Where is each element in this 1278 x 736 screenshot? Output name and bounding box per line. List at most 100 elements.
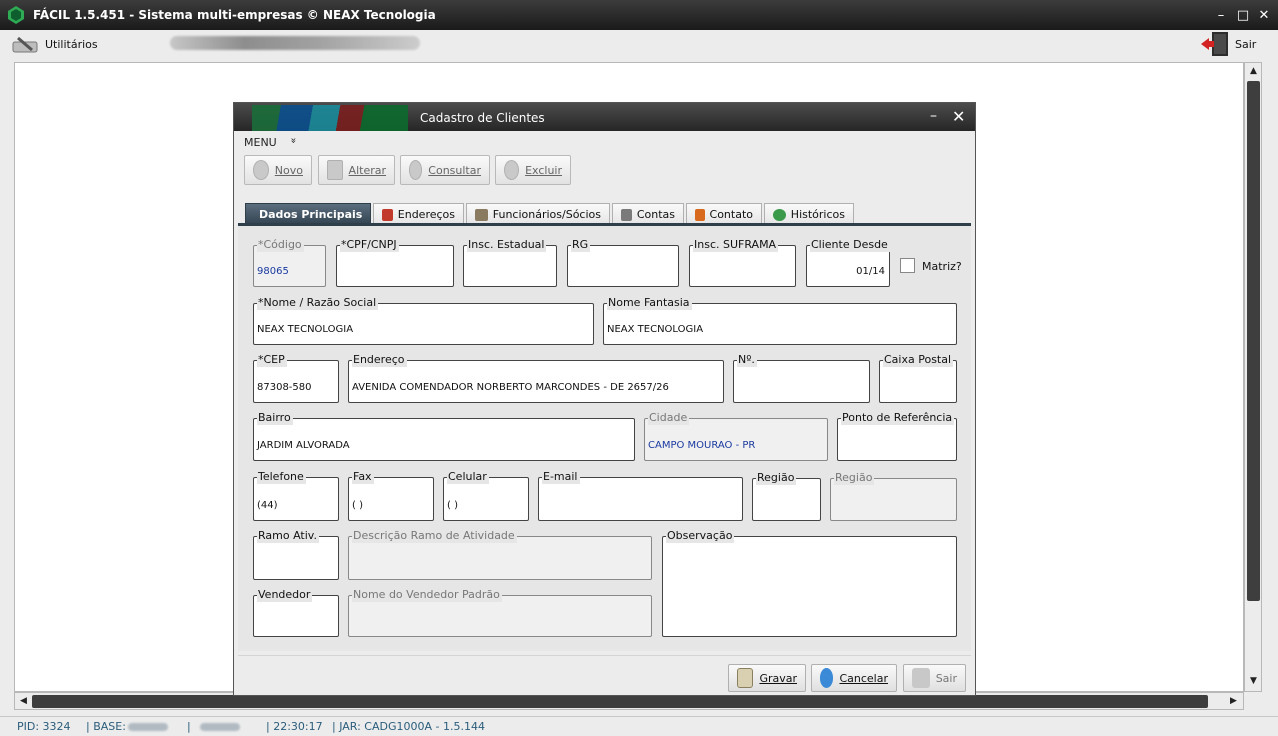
codigo-field[interactable]: *Código 98065 xyxy=(253,238,326,287)
vertical-scroll-thumb[interactable] xyxy=(1247,81,1260,601)
observacao-field[interactable]: Observação xyxy=(662,529,957,637)
scroll-up-icon[interactable]: ▲ xyxy=(1246,64,1261,79)
dialog-close-icon[interactable]: ✕ xyxy=(952,107,965,126)
field-label: *Código xyxy=(257,238,304,252)
status-separator: | xyxy=(187,720,191,733)
app-title-bar: FÁCIL 1.5.451 - Sistema multi-empresas ©… xyxy=(0,0,1278,30)
endereco-field[interactable]: Endereço AVENIDA COMENDADOR NORBERTO MARC… xyxy=(348,353,724,403)
minimize-icon[interactable]: – xyxy=(1212,7,1230,25)
field-label: Região xyxy=(756,471,797,485)
field-label: Caixa Postal xyxy=(883,353,954,367)
tab-funcionarios[interactable]: Funcionários/Sócios xyxy=(466,203,610,225)
dialog-banner-image xyxy=(252,105,408,131)
horizontal-scroll-thumb[interactable] xyxy=(32,695,1208,708)
cidade-field[interactable]: Cidade CAMPO MOURAO - PR xyxy=(644,411,828,461)
celular-field[interactable]: Celular ( ) xyxy=(443,470,529,521)
email-field[interactable]: E-mail xyxy=(538,470,743,521)
field-label: Ponto de Referência xyxy=(841,411,955,425)
tab-historicos[interactable]: Históricos xyxy=(764,203,854,225)
dialog-minimize-icon[interactable]: – xyxy=(930,108,937,124)
search-button[interactable]: Consultar xyxy=(400,155,490,185)
house-icon xyxy=(382,208,393,221)
scroll-right-icon[interactable]: ▶ xyxy=(1226,694,1241,709)
status-time: | 22:30:17 xyxy=(266,720,323,733)
vendedor-nome-field[interactable]: Nome do Vendedor Padrão xyxy=(348,588,652,637)
close-icon[interactable]: ✕ xyxy=(1255,7,1273,25)
cep-field[interactable]: *CEP 87308-580 xyxy=(253,353,339,403)
field-label: Observação xyxy=(666,529,735,543)
status-jar: | JAR: CADG1000A - 1.5.144 xyxy=(332,720,485,733)
dialog-menu[interactable]: MENU » xyxy=(242,133,972,151)
field-label: *Nome / Razão Social xyxy=(257,296,379,310)
field-label: RG xyxy=(571,238,591,252)
cancel-icon xyxy=(820,668,834,688)
ponto-referencia-field[interactable]: Ponto de Referência xyxy=(837,411,957,461)
telefone-field[interactable]: Telefone (44) xyxy=(253,470,339,521)
tab-enderecos[interactable]: Endereços xyxy=(373,203,464,225)
menu-chevron-icon[interactable]: » xyxy=(288,137,299,143)
maximize-icon[interactable]: □ xyxy=(1234,7,1252,25)
field-label: Vendedor xyxy=(257,588,313,602)
dialog-title: Cadastro de Clientes xyxy=(420,111,545,125)
field-value: CAMPO MOURAO - PR xyxy=(648,440,756,451)
delete-button[interactable]: Excluir xyxy=(495,155,571,185)
vendedor-field[interactable]: Vendedor xyxy=(253,588,339,637)
nome-fantasia-field[interactable]: Nome Fantasia NEAX TECNOLOGIA xyxy=(603,296,957,345)
edit-button[interactable]: Alterar xyxy=(318,155,395,185)
tab-contato[interactable]: Contato xyxy=(686,203,762,225)
exit-dialog-button[interactable]: Sair xyxy=(903,664,966,692)
cpf-cnpj-field[interactable]: *CPF/CNPJ xyxy=(336,238,454,287)
field-label: Nº. xyxy=(737,353,757,367)
field-value: ( ) xyxy=(352,500,363,511)
regiao-field[interactable]: Região xyxy=(752,471,821,521)
field-label: Nome do Vendedor Padrão xyxy=(352,588,502,602)
field-label: Insc. Estadual xyxy=(467,238,547,252)
matriz-checkbox[interactable] xyxy=(900,258,915,273)
regiao-descricao-field[interactable]: Região xyxy=(830,471,957,521)
search-icon xyxy=(409,160,423,180)
tab-contas[interactable]: Contas xyxy=(612,203,684,225)
redacted-company xyxy=(170,36,420,50)
field-value: NEAX TECNOLOGIA xyxy=(607,324,704,335)
new-button[interactable]: Novo xyxy=(244,155,312,185)
scroll-left-icon[interactable]: ◀ xyxy=(16,694,31,709)
rg-field[interactable]: RG xyxy=(567,238,679,287)
field-label: Nome Fantasia xyxy=(607,296,692,310)
field-label: Fax xyxy=(352,470,374,484)
caixa-postal-field[interactable]: Caixa Postal xyxy=(879,353,957,403)
nome-razao-field[interactable]: *Nome / Razão Social NEAX TECNOLOGIA xyxy=(253,296,594,345)
scroll-down-icon[interactable]: ▼ xyxy=(1246,674,1261,689)
field-label: E-mail xyxy=(542,470,580,484)
status-base: | BASE: xyxy=(86,720,126,733)
field-label: Insc. SUFRAMA xyxy=(693,238,779,252)
menu-label[interactable]: MENU xyxy=(244,136,277,149)
dialog-footer: Gravar Cancelar Sair xyxy=(238,655,971,693)
insc-suframa-field[interactable]: Insc. SUFRAMA xyxy=(689,238,796,287)
utilities-icon xyxy=(12,36,38,53)
save-button[interactable]: Gravar xyxy=(728,664,806,692)
tab-dados-principais[interactable]: Dados Principais xyxy=(245,203,371,225)
field-value: 98065 xyxy=(257,266,289,277)
vertical-scrollbar[interactable]: ▲ ▼ xyxy=(1244,62,1262,692)
bairro-field[interactable]: Bairro JARDIM ALVORADA xyxy=(253,411,635,461)
field-value: 01/14 xyxy=(856,266,885,277)
insc-estadual-field[interactable]: Insc. Estadual xyxy=(463,238,557,287)
ramo-atividade-field[interactable]: Ramo Ativ. xyxy=(253,529,339,580)
dialog-title-bar: Cadastro de Clientes – ✕ xyxy=(234,103,975,131)
dialog-action-bar: Novo Alterar Consultar Excluir xyxy=(242,153,972,195)
field-label: Telefone xyxy=(257,470,306,484)
client-dialog: Cadastro de Clientes – ✕ MENU » Novo Alt… xyxy=(233,102,976,696)
save-icon xyxy=(737,668,754,688)
field-label: *CEP xyxy=(257,353,287,367)
cancel-button[interactable]: Cancelar xyxy=(811,664,897,692)
exit-app-label: Sair xyxy=(1235,37,1257,51)
cliente-desde-field[interactable]: Cliente Desde 01/14 xyxy=(806,238,890,287)
fax-field[interactable]: Fax ( ) xyxy=(348,470,434,521)
status-user-redacted xyxy=(200,723,240,731)
field-label: Bairro xyxy=(257,411,293,425)
ramo-descricao-field[interactable]: Descrição Ramo de Atividade xyxy=(348,529,652,580)
numero-field[interactable]: Nº. xyxy=(733,353,870,403)
field-value: 87308-580 xyxy=(257,382,312,393)
utilities-button[interactable]: Utilitários xyxy=(10,30,98,58)
exit-app-button[interactable]: Sair xyxy=(1200,30,1256,58)
